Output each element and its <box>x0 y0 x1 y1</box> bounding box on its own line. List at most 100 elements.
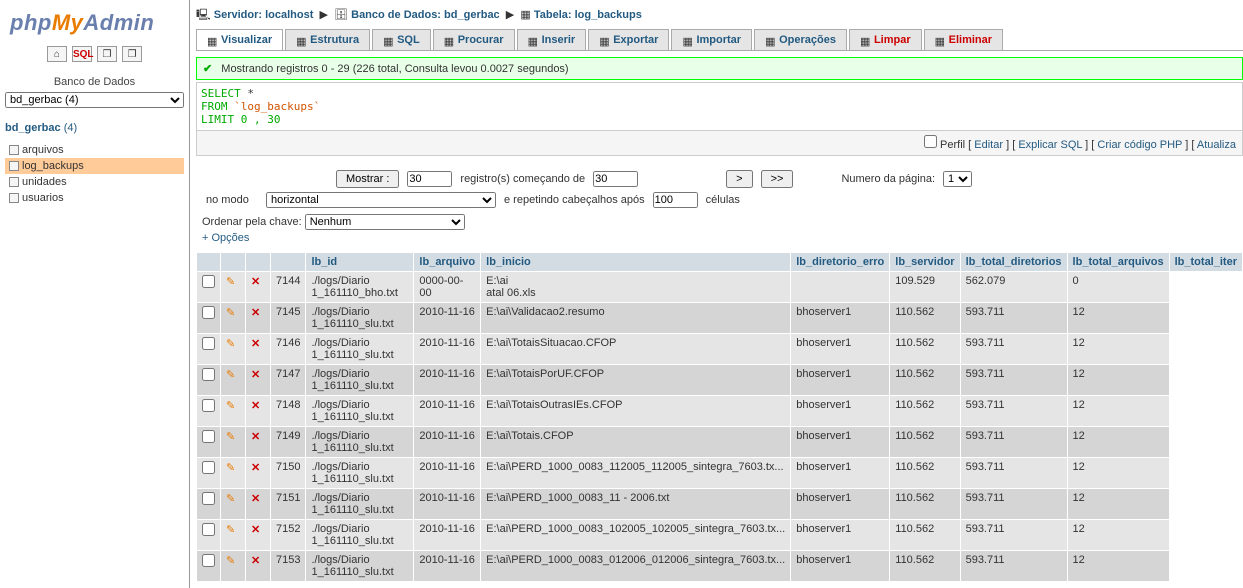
edit-icon[interactable]: ✎ <box>226 368 240 382</box>
table-row: ✎✕7147./logs/Diario 1_161110_slu.txt2010… <box>197 365 1243 396</box>
row-checkbox[interactable] <box>202 368 215 381</box>
cell-lb_total_diretorios: 110.562 <box>890 365 960 396</box>
tab-icon: ▦ <box>444 35 456 45</box>
logo[interactable]: phpMyAdmin <box>5 5 184 44</box>
cell-lb_id: 7151 <box>271 489 306 520</box>
tab-exportar[interactable]: ▦Exportar <box>588 29 669 50</box>
repeat-input[interactable] <box>653 192 698 208</box>
refresh-link[interactable]: Atualiza <box>1197 139 1236 151</box>
row-checkbox[interactable] <box>202 523 215 536</box>
sidebar: phpMyAdmin ⌂ SQL ❐ ❐ Banco de Dados bd_g… <box>0 0 190 588</box>
mode-label: no modo <box>202 190 262 210</box>
edit-icon[interactable]: ✎ <box>226 399 240 413</box>
start-input[interactable] <box>593 171 638 187</box>
edit-icon[interactable]: ✎ <box>226 430 240 444</box>
delete-icon[interactable]: ✕ <box>251 523 265 537</box>
tab-icon: ▦ <box>207 35 219 45</box>
cell-lb_arquivo: ./logs/Diario 1_161110_slu.txt <box>306 427 414 458</box>
delete-icon[interactable]: ✕ <box>251 275 265 289</box>
delete-icon[interactable]: ✕ <box>251 430 265 444</box>
row-checkbox[interactable] <box>202 492 215 505</box>
explain-sql-link[interactable]: Explicar SQL <box>1018 139 1082 151</box>
cell-lb_total_diretorios: 110.562 <box>890 551 960 582</box>
last-button[interactable]: >> <box>761 170 794 188</box>
delete-icon[interactable]: ✕ <box>251 399 265 413</box>
delete-icon[interactable]: ✕ <box>251 368 265 382</box>
page-select[interactable]: 1 <box>943 171 972 187</box>
table-item-log_backups[interactable]: log_backups <box>5 158 184 174</box>
col-lb_arquivo[interactable]: lb_arquivo <box>414 253 481 272</box>
cell-lb_arquivo: ./logs/Diario 1_161110_slu.txt <box>306 396 414 427</box>
delete-icon[interactable]: ✕ <box>251 337 265 351</box>
table-icon: ▦ <box>520 9 530 21</box>
query-icon[interactable]: ❐ <box>122 46 142 62</box>
row-checkbox[interactable] <box>202 306 215 319</box>
row-checkbox[interactable] <box>202 430 215 443</box>
table-row: ✎✕7153./logs/Diario 1_161110_slu.txt2010… <box>197 551 1243 582</box>
edit-icon[interactable]: ✎ <box>226 492 240 506</box>
row-checkbox[interactable] <box>202 337 215 350</box>
cell-lb_servidor: bhoserver1 <box>791 551 890 582</box>
edit-icon[interactable]: ✎ <box>226 461 240 475</box>
tab-procurar[interactable]: ▦Procurar <box>433 29 515 50</box>
tab-importar[interactable]: ▦Importar <box>671 29 752 50</box>
docs-icon[interactable]: ❐ <box>97 46 117 62</box>
row-checkbox[interactable] <box>202 275 215 288</box>
col-lb_servidor[interactable]: lb_servidor <box>890 253 960 272</box>
profile-checkbox[interactable] <box>924 135 937 148</box>
mode-select[interactable]: horizontal <box>266 192 496 208</box>
next-button[interactable]: > <box>726 170 752 188</box>
cell-lb_total_diretorios: 110.562 <box>890 458 960 489</box>
edit-icon[interactable]: ✎ <box>226 275 240 289</box>
tab-inserir[interactable]: ▦Inserir <box>517 29 587 50</box>
bc-db[interactable]: Banco de Dados: bd_gerbac <box>351 9 500 21</box>
page-label: Numero da página: <box>837 168 939 190</box>
edit-icon[interactable]: ✎ <box>226 554 240 568</box>
col-lb_id[interactable]: lb_id <box>306 253 414 272</box>
col-lb_inicio[interactable]: lb_inicio <box>481 253 791 272</box>
row-checkbox[interactable] <box>202 554 215 567</box>
db-link[interactable]: bd_gerbac (4) <box>5 116 184 138</box>
edit-icon[interactable]: ✎ <box>226 306 240 320</box>
col-lb_diretorio_erro[interactable]: lb_diretorio_erro <box>791 253 890 272</box>
options-link[interactable]: + Opções <box>202 232 249 244</box>
show-button[interactable]: Mostrar : <box>336 170 399 188</box>
rows-input[interactable] <box>407 171 452 187</box>
edit-icon[interactable]: ✎ <box>226 337 240 351</box>
edit-icon[interactable]: ✎ <box>226 523 240 537</box>
sort-label: Ordenar pela chave: <box>202 216 302 228</box>
profile-label: Perfil <box>940 139 965 151</box>
tab-visualizar[interactable]: ▦Visualizar <box>196 29 283 50</box>
table-row: ✎✕7146./logs/Diario 1_161110_slu.txt2010… <box>197 334 1243 365</box>
db-select[interactable]: bd_gerbac (4) <box>5 92 184 108</box>
col-lb_total_iter[interactable]: lb_total_iter <box>1169 253 1242 272</box>
sql-icon[interactable]: SQL <box>72 46 92 62</box>
edit-sql-link[interactable]: Editar <box>974 139 1003 151</box>
cell-lb_total_arquivos: 593.711 <box>960 551 1067 582</box>
tab-limpar[interactable]: ▦Limpar <box>849 29 922 50</box>
col-lb_total_arquivos[interactable]: lb_total_arquivos <box>1067 253 1169 272</box>
sort-select[interactable]: Nenhum <box>305 214 465 230</box>
bc-table[interactable]: Tabela: log_backups <box>534 9 642 21</box>
tab-eliminar[interactable]: ▦Eliminar <box>924 29 1003 50</box>
table-item-usuarios[interactable]: usuarios <box>5 190 184 206</box>
table-icon <box>9 145 19 155</box>
table-item-unidades[interactable]: unidades <box>5 174 184 190</box>
tab-sql[interactable]: ▦SQL <box>372 29 431 50</box>
tab-icon: ▦ <box>935 35 947 45</box>
col-spacer <box>271 253 306 272</box>
delete-icon[interactable]: ✕ <box>251 492 265 506</box>
home-icon[interactable]: ⌂ <box>47 46 67 62</box>
tab-operações[interactable]: ▦Operações <box>754 29 847 50</box>
delete-icon[interactable]: ✕ <box>251 306 265 320</box>
delete-icon[interactable]: ✕ <box>251 461 265 475</box>
col-lb_total_diretorios[interactable]: lb_total_diretorios <box>960 253 1067 272</box>
delete-icon[interactable]: ✕ <box>251 554 265 568</box>
create-php-link[interactable]: Criar código PHP <box>1097 139 1182 151</box>
tab-estrutura[interactable]: ▦Estrutura <box>285 29 370 50</box>
bc-server[interactable]: Servidor: localhost <box>214 9 314 21</box>
table-item-arquivos[interactable]: arquivos <box>5 142 184 158</box>
row-checkbox[interactable] <box>202 399 215 412</box>
tab-icon: ▦ <box>599 35 611 45</box>
row-checkbox[interactable] <box>202 461 215 474</box>
